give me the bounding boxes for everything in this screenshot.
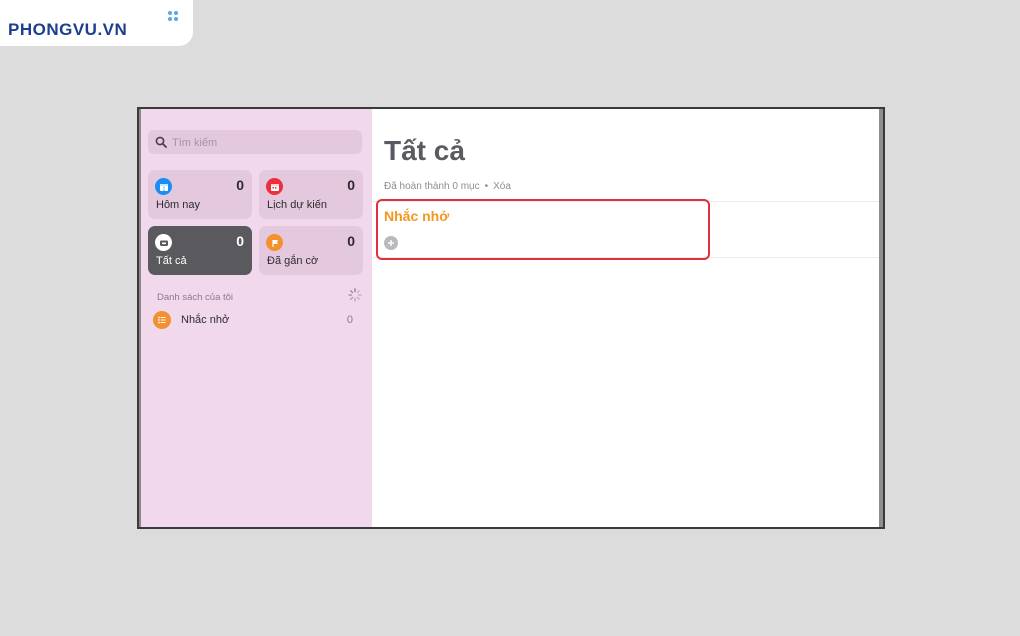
card-scheduled-count: 0	[347, 177, 355, 193]
completed-count-text: Đã hoàn thành 0 mục	[384, 181, 480, 192]
card-today-label: Hôm nay	[156, 199, 201, 211]
search-bar[interactable]	[148, 130, 362, 154]
card-today-count: 0	[236, 177, 244, 193]
reminders-window: 1 0 Hôm nay 0 Lịch dự kiến 0 Tất cả 0 Đã…	[137, 107, 885, 529]
list-item-count: 0	[346, 314, 353, 326]
my-lists-heading: Danh sách của tôi	[157, 292, 234, 303]
flag-icon	[266, 234, 283, 251]
watermark-logo: PHONGVU.VN	[0, 0, 193, 46]
search-icon	[155, 136, 167, 148]
list-item-label: Nhắc nhở	[181, 314, 230, 326]
sidebar: 1 0 Hôm nay 0 Lịch dự kiến 0 Tất cả 0 Đã…	[141, 109, 372, 527]
highlight-annotation-box	[376, 199, 710, 260]
clear-completed-link[interactable]: Xóa	[493, 181, 511, 192]
list-item-reminders[interactable]: Nhắc nhở 0	[153, 309, 353, 331]
card-scheduled-label: Lịch dự kiến	[267, 199, 327, 211]
main-panel: Tất cả Đã hoàn thành 0 mục • Xóa Nhắc nhở	[372, 109, 879, 527]
page-title: Tất cả	[384, 135, 465, 166]
brand-dots-icon	[168, 11, 180, 23]
card-today[interactable]: 1 0 Hôm nay	[148, 170, 252, 219]
calendar-today-icon: 1	[155, 178, 172, 195]
card-scheduled[interactable]: 0 Lịch dự kiến	[259, 170, 363, 219]
card-all-count: 0	[236, 233, 244, 249]
card-flagged-label: Đã gắn cờ	[267, 255, 319, 267]
card-flagged-count: 0	[347, 233, 355, 249]
inbox-tray-icon	[155, 234, 172, 251]
search-input[interactable]	[170, 132, 359, 154]
loading-spinner-icon	[348, 288, 362, 302]
brand-wordmark: PHONGVU.VN	[8, 20, 128, 39]
list-bullets-icon	[153, 311, 171, 329]
separator-dot: •	[484, 181, 489, 192]
card-flagged[interactable]: 0 Đã gắn cờ	[259, 226, 363, 275]
svg-text:1: 1	[162, 186, 165, 192]
calendar-scheduled-icon	[266, 178, 283, 195]
card-all[interactable]: 0 Tất cả	[148, 226, 252, 275]
completed-summary: Đã hoàn thành 0 mục • Xóa	[384, 181, 511, 192]
card-all-label: Tất cả	[156, 255, 187, 267]
